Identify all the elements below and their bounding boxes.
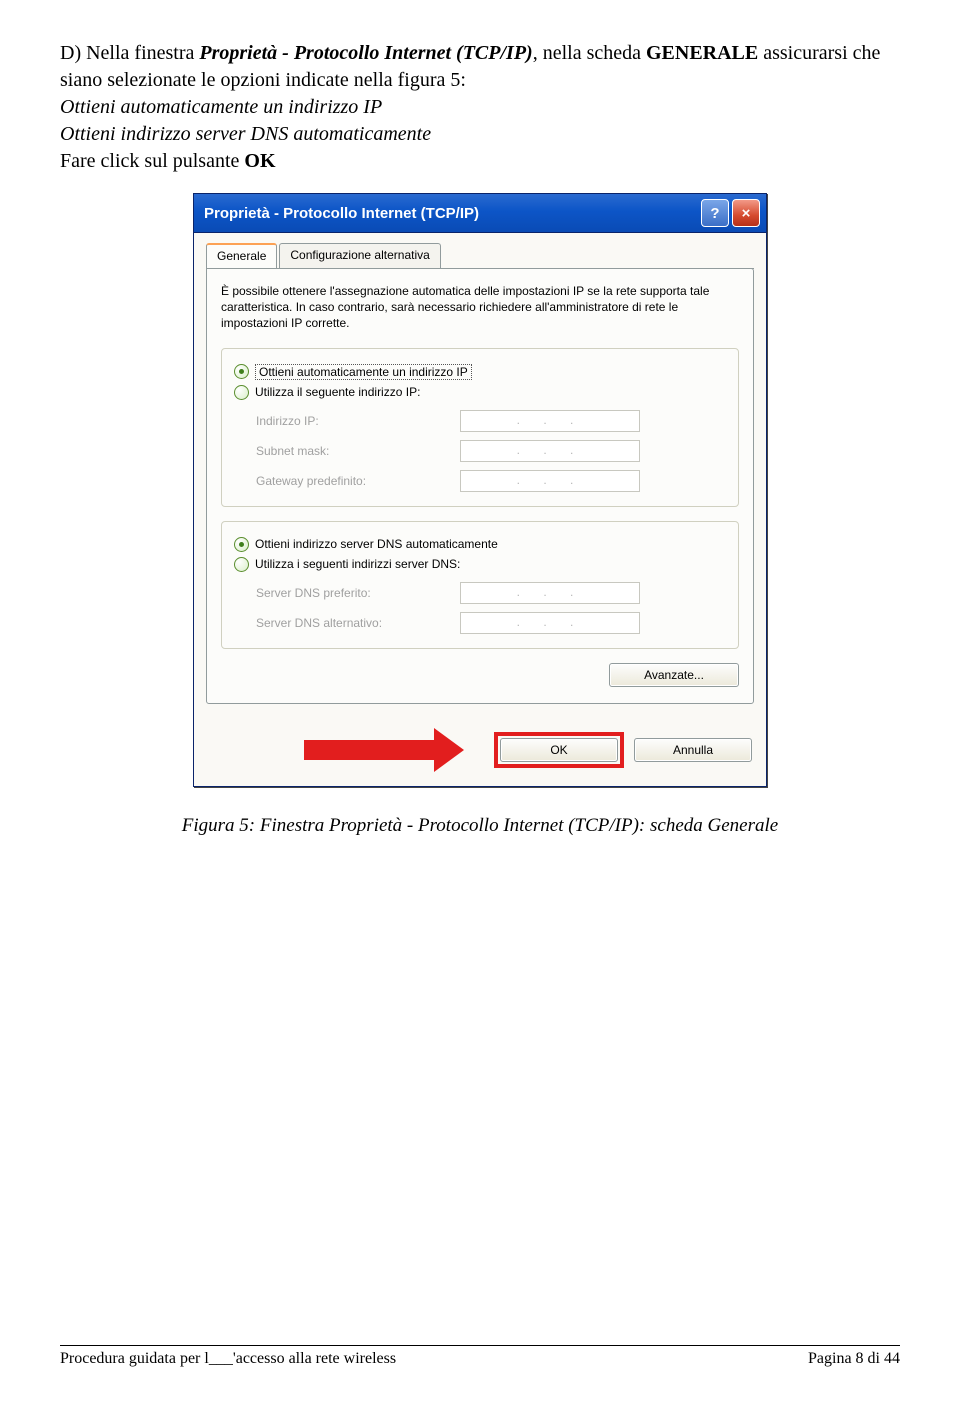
cancel-button[interactable]: Annulla [634, 738, 752, 762]
radio-icon [234, 385, 249, 400]
radio-dns-manual[interactable]: Utilizza i seguenti indirizzi server DNS… [234, 557, 726, 572]
label-ip: Indirizzo IP: [256, 414, 446, 428]
tab-panel-generale: È possibile ottenere l'assegnazione auto… [206, 268, 754, 704]
figure-caption: Figura 5: Finestra Proprietà - Protocoll… [60, 815, 900, 837]
titlebar[interactable]: Proprietà - Protocollo Internet (TCP/IP)… [194, 194, 766, 233]
ok-button[interactable]: OK [500, 738, 618, 762]
ok-highlight-box: OK [494, 732, 624, 768]
footer-divider [60, 1345, 900, 1346]
close-button[interactable]: × [732, 199, 760, 227]
radio-ip-manual-label: Utilizza il seguente indirizzo IP: [255, 385, 420, 399]
input-subnet[interactable]: . . . [460, 440, 640, 462]
radio-icon [234, 557, 249, 572]
description-text: È possibile ottenere l'assegnazione auto… [221, 283, 739, 332]
help-button[interactable]: ? [701, 199, 729, 227]
tab-generale[interactable]: Generale [206, 243, 277, 268]
radio-dns-manual-label: Utilizza i seguenti indirizzi server DNS… [255, 557, 460, 571]
footer-right: Pagina 8 di 44 [808, 1350, 900, 1368]
input-ip[interactable]: . . . [460, 410, 640, 432]
radio-dns-auto[interactable]: Ottieni indirizzo server DNS automaticam… [234, 537, 726, 552]
radio-ip-auto[interactable]: Ottieni automaticamente un indirizzo IP [234, 364, 726, 380]
input-dns-alt[interactable]: . . . [460, 612, 640, 634]
radio-icon [234, 537, 249, 552]
footer-left: Procedura guidata per l___'accesso alla … [60, 1350, 396, 1368]
page-footer: Procedura guidata per l___'accesso alla … [60, 1350, 900, 1368]
option1-ref: Ottieni automaticamente un indirizzo IP [60, 96, 382, 118]
label-dns-alt: Server DNS alternativo: [256, 616, 446, 630]
radio-ip-auto-label: Ottieni automaticamente un indirizzo IP [255, 364, 472, 380]
instruction-text: D) Nella finestra Proprietà - Protocollo… [60, 40, 900, 175]
radio-icon [234, 364, 249, 379]
label-gateway: Gateway predefinito: [256, 474, 446, 488]
dns-group: Ottieni indirizzo server DNS automaticam… [221, 521, 739, 649]
radio-ip-manual[interactable]: Utilizza il seguente indirizzo IP: [234, 385, 726, 400]
input-dns-pref[interactable]: . . . [460, 582, 640, 604]
radio-dns-auto-label: Ottieni indirizzo server DNS automaticam… [255, 537, 498, 551]
advanced-button[interactable]: Avanzate... [609, 663, 739, 687]
option2-ref: Ottieni indirizzo server DNS automaticam… [60, 123, 431, 145]
highlight-arrow-icon [304, 728, 464, 772]
tab-name-ref: GENERALE [646, 42, 758, 64]
dialog-title: Proprietà - Protocollo Internet (TCP/IP) [204, 205, 698, 222]
window-name-ref: Proprietà - Protocollo Internet (TCP/IP) [199, 42, 532, 64]
ok-ref: OK [244, 150, 275, 172]
tcpip-properties-dialog: Proprietà - Protocollo Internet (TCP/IP)… [193, 193, 767, 787]
label-dns-pref: Server DNS preferito: [256, 586, 446, 600]
label-subnet: Subnet mask: [256, 444, 446, 458]
tab-strip: Generale Configurazione alternativa [206, 243, 754, 269]
tab-config-alternativa[interactable]: Configurazione alternativa [279, 243, 440, 268]
input-gateway[interactable]: . . . [460, 470, 640, 492]
ip-group: Ottieni automaticamente un indirizzo IP … [221, 348, 739, 507]
